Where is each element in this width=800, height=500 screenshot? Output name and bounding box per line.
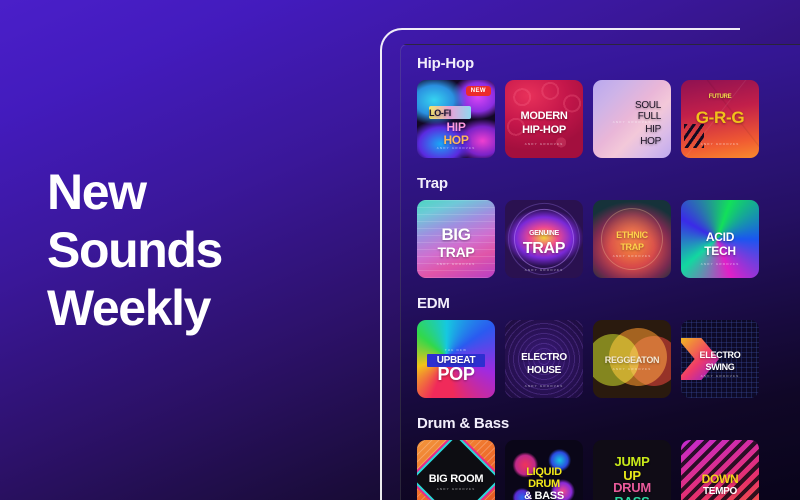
card-title-line: TECH	[704, 244, 736, 258]
card-title-line: MODERN	[520, 110, 568, 122]
sample-pack-card[interactable]: ELECTRO SWING ANDY GROOVES	[681, 320, 759, 398]
sample-pack-card[interactable]: SOUL FULL HIP HOP ANDY GROOVES	[593, 80, 671, 158]
promo-banner: New Sounds Weekly Hip-Hop LO-FI HIP HOP ANDY…	[0, 0, 800, 500]
card-title-line: ETHNIC	[616, 230, 648, 240]
card-title-line: BIG	[441, 225, 471, 244]
card-title-line: HOP	[640, 136, 661, 147]
card-subtitle: ANDY GROOVES	[436, 487, 476, 491]
sample-pack-card[interactable]: GENUINE TRAP ANDY GROOVES	[505, 200, 583, 278]
card-title-line: DOWN	[701, 472, 739, 486]
card-title-line: LIQUID	[526, 466, 562, 478]
card-title-line: TRAP	[620, 242, 644, 252]
sample-pack-card[interactable]: FUTURE G-R-G ANDY GROOVES	[681, 80, 759, 158]
card-subtitle: ANDY GROOVES	[436, 262, 476, 266]
tablet-screen: Hip-Hop LO-FI HIP HOP ANDY GROOVES NEW MODERN H…	[400, 44, 800, 500]
card-title-line: ACID	[705, 230, 735, 244]
card-title-line: ELECTRO	[699, 350, 741, 360]
card-row[interactable]: BIG ROOM ANDY GROOVES LIQUIDDRUM& BASSANDY…	[417, 440, 800, 500]
sample-pack-card[interactable]: BIG TRAP ANDY GROOVES	[417, 200, 495, 278]
sample-pack-card[interactable]: JUMPUPDRUMBASSANDY GROOVES	[593, 440, 671, 500]
card-title-line: HIP	[645, 124, 661, 135]
card-row[interactable]: LO-FI HIP HOP ANDY GROOVES NEW MODERN HIP-HOP A…	[417, 80, 800, 158]
card-title-line: POP	[437, 364, 475, 384]
card-subtitle: ANDY GROOVES	[700, 142, 740, 146]
card-title-line: TRAP	[437, 244, 475, 260]
section-trap: Trap BIG TRAP ANDY GROOVES GENUINE TRAP ANDY G…	[401, 175, 800, 278]
sample-pack-card[interactable]: REGGEATON ANDY GROOVES	[593, 320, 671, 398]
section-edm: EDM UPBEAT POP THE NEW ELECTRO HOUSE ANDY GROO…	[401, 295, 800, 398]
card-title-line: ELECTRO	[521, 352, 567, 363]
headline-line-1: New	[47, 164, 147, 220]
card-row[interactable]: BIG TRAP ANDY GROOVES GENUINE TRAP ANDY GROOV…	[417, 200, 800, 278]
card-title-line: BIG ROOM	[428, 473, 484, 485]
card-title-line: HIP	[446, 120, 466, 134]
card-title-line: JUMP	[614, 454, 650, 469]
card-subtitle: ANDY GROOVES	[700, 374, 740, 378]
card-subtitle: ANDY GROOVES	[700, 262, 740, 266]
sample-pack-card[interactable]: MODERN HIP-HOP ANDY GROOVES	[505, 80, 583, 158]
section-title: Trap	[417, 175, 448, 192]
card-title-line: HOUSE	[526, 365, 562, 376]
section-title: Drum & Bass	[417, 415, 509, 432]
headline-line-3: Weekly	[47, 280, 211, 336]
card-title-line: DRUM	[613, 480, 651, 495]
card-title-line: TEMPO	[702, 486, 738, 497]
headline-line-2: Sounds	[47, 222, 223, 278]
new-badge: NEW	[465, 86, 491, 96]
card-title-line: FUTURE	[708, 94, 732, 100]
card-title-line: DRUM	[528, 478, 560, 490]
card-title-line: SOUL	[634, 100, 661, 111]
sample-pack-card[interactable]: DOWNTEMPOANDY GROOVES	[681, 440, 759, 500]
sample-pack-card[interactable]: LIQUIDDRUM& BASSANDY GROOVES	[505, 440, 583, 500]
card-title-line: SWING	[705, 362, 735, 372]
card-title-line: HOP	[443, 133, 469, 147]
card-title-line: REGGEATON	[604, 355, 660, 365]
card-title-line: BASS	[593, 494, 671, 500]
card-title-line: TRAP	[522, 240, 566, 257]
card-subtitle: ANDY GROOVES	[612, 367, 652, 371]
card-subtitle: ANDY GROOVES	[436, 146, 476, 150]
section-hip-hop: Hip-Hop LO-FI HIP HOP ANDY GROOVES NEW MODERN H…	[401, 55, 800, 158]
card-subtitle: ANDY GROOVES	[524, 384, 564, 388]
sample-pack-card[interactable]: ELECTRO HOUSE ANDY GROOVES	[505, 320, 583, 398]
card-subtitle: ANDY GROOVES	[524, 142, 564, 146]
sample-pack-card[interactable]: LO-FI HIP HOP ANDY GROOVES NEW	[417, 80, 495, 158]
card-title-line: & BASS	[524, 490, 564, 500]
card-subtitle: THE NEW	[444, 348, 468, 352]
section-title: Hip-Hop	[417, 55, 474, 72]
page-title: New Sounds Weekly	[47, 163, 347, 337]
card-subtitle: ANDY GROOVES	[612, 254, 652, 258]
sample-pack-card[interactable]: ETHNIC TRAP ANDY GROOVES	[593, 200, 671, 278]
sample-pack-card[interactable]: ACID TECH ANDY GROOVES	[681, 200, 759, 278]
sample-pack-card[interactable]: BIG ROOM ANDY GROOVES	[417, 440, 495, 500]
sample-pack-card[interactable]: UPBEAT POP THE NEW	[417, 320, 495, 398]
card-row[interactable]: UPBEAT POP THE NEW ELECTRO HOUSE ANDY GROOVES…	[417, 320, 800, 398]
section-title: EDM	[417, 295, 450, 312]
card-title-line: GENUINE	[529, 230, 559, 237]
card-subtitle: ANDY GROOVES	[524, 268, 564, 272]
card-title-line: LO-FI	[429, 108, 451, 118]
card-title-line: HIP-HOP	[522, 124, 566, 136]
card-subtitle: ANDY GROOVES	[612, 120, 652, 124]
section-drum-bass: Drum & Bass BIG ROOM ANDY GROOVES LIQUID DRU…	[401, 415, 800, 500]
card-title-line: G-R-G	[695, 108, 745, 127]
